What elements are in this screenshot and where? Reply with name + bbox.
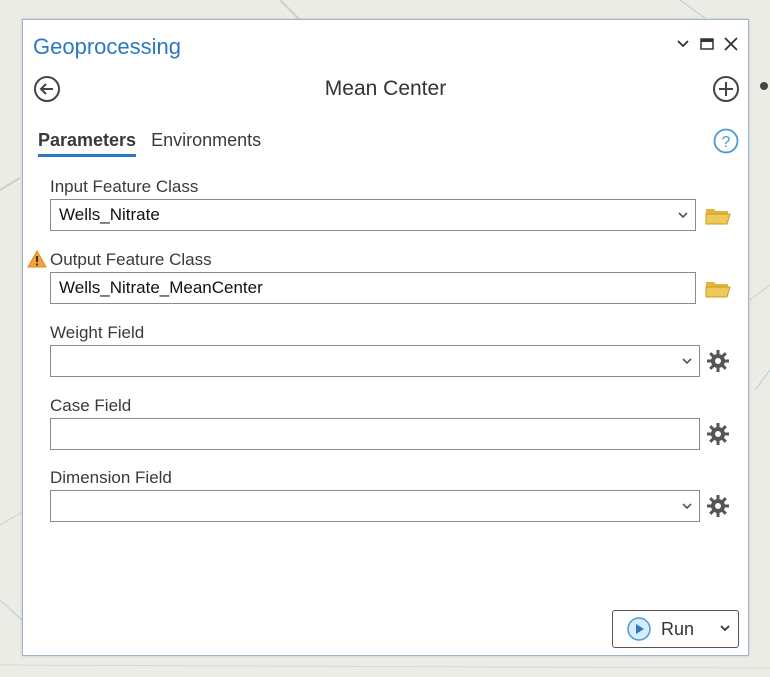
folder-icon[interactable]: [705, 206, 731, 231]
field-value: Wells_Nitrate_MeanCenter: [59, 278, 263, 297]
close-icon[interactable]: [722, 34, 740, 54]
input-feature-class-dropdown[interactable]: Wells_Nitrate: [50, 199, 696, 231]
param-label: Output Feature Class: [50, 250, 212, 269]
param-label: Input Feature Class: [50, 177, 199, 196]
param-case-field: Case Field: [50, 396, 700, 450]
param-label: Dimension Field: [50, 468, 172, 487]
tab-environments[interactable]: Environments: [151, 130, 261, 157]
geoprocessing-pane: Geoprocessing Mean Center Parameters Env…: [22, 19, 749, 656]
chevron-down-icon[interactable]: [674, 34, 692, 54]
gear-icon[interactable]: [706, 494, 730, 523]
pane-title: Geoprocessing: [33, 34, 181, 59]
warning-icon: [27, 249, 47, 273]
tab-strip: Parameters Environments: [38, 130, 261, 157]
tool-title: Mean Center: [324, 77, 447, 100]
param-output-feature-class: Output Feature Class Wells_Nitrate_MeanC…: [50, 250, 696, 304]
param-weight-field: Weight Field: [50, 323, 700, 377]
svg-text:?: ?: [722, 134, 731, 151]
chevron-down-icon[interactable]: [677, 207, 689, 228]
maximize-icon[interactable]: [698, 34, 716, 54]
output-feature-class-input[interactable]: Wells_Nitrate_MeanCenter: [50, 272, 696, 304]
case-field-input[interactable]: [50, 418, 700, 450]
window-controls: [674, 34, 740, 54]
help-icon[interactable]: ?: [713, 128, 739, 159]
gear-icon[interactable]: [706, 422, 730, 451]
run-button[interactable]: Run: [612, 610, 739, 648]
param-input-feature-class: Input Feature Class Wells_Nitrate: [50, 177, 696, 231]
run-label: Run: [661, 618, 695, 639]
tab-parameters[interactable]: Parameters: [38, 130, 137, 157]
folder-icon[interactable]: [705, 279, 731, 304]
field-value: Wells_Nitrate: [59, 205, 160, 224]
param-dimension-field: Dimension Field: [50, 468, 700, 522]
chevron-down-icon[interactable]: [719, 622, 731, 641]
param-label: Case Field: [50, 396, 132, 415]
weight-field-dropdown[interactable]: [50, 345, 700, 377]
add-icon[interactable]: [712, 75, 740, 108]
dimension-field-dropdown[interactable]: [50, 490, 700, 522]
param-label: Weight Field: [50, 323, 145, 342]
play-icon: [627, 617, 651, 641]
chevron-down-icon[interactable]: [681, 353, 693, 374]
chevron-down-icon[interactable]: [681, 498, 693, 519]
gear-icon[interactable]: [706, 349, 730, 378]
